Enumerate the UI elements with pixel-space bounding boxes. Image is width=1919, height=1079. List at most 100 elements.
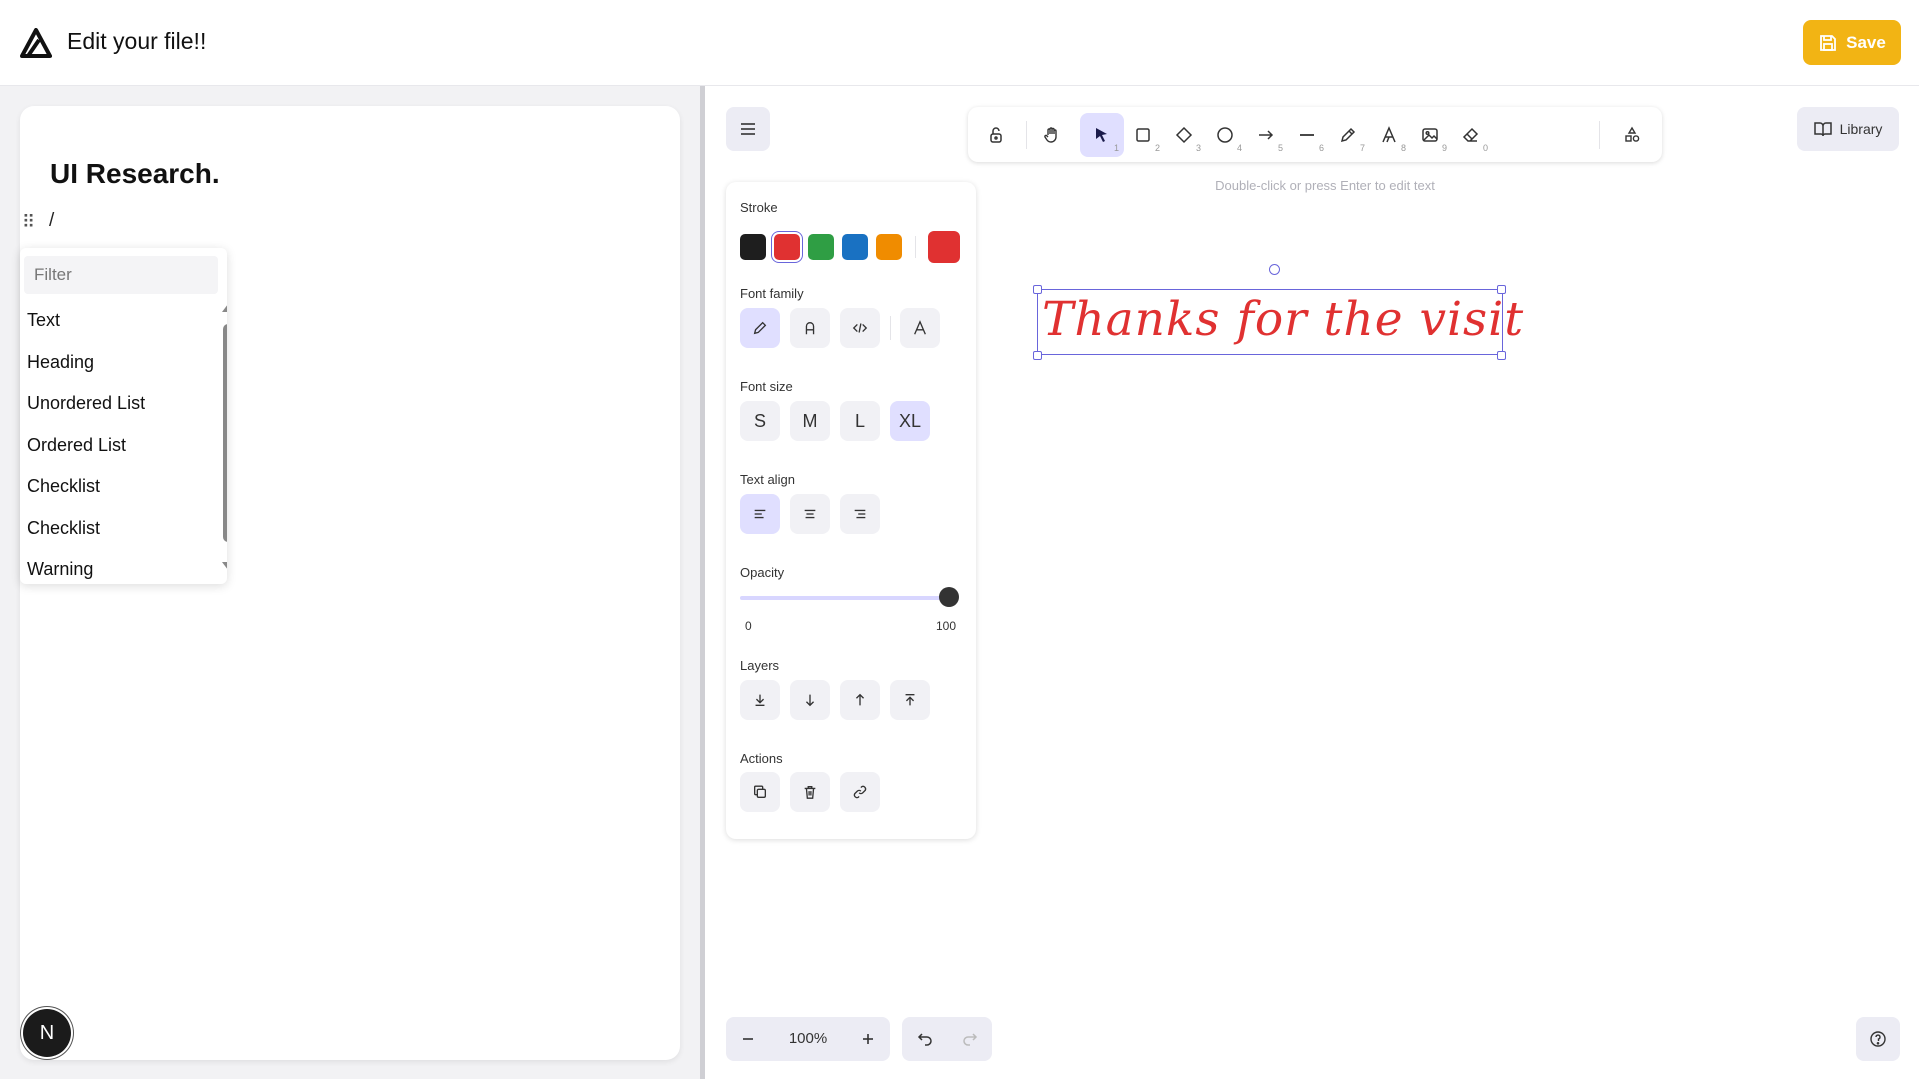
- code-icon: [852, 323, 868, 333]
- align-center-button[interactable]: [790, 494, 830, 534]
- nextjs-badge[interactable]: N: [23, 1009, 71, 1057]
- tool-arrow[interactable]: 5: [1244, 113, 1288, 157]
- opacity-label: Opacity: [740, 565, 785, 580]
- tool-shortcut: 5: [1277, 143, 1283, 153]
- eraser-icon: [1462, 127, 1479, 142]
- tool-extra[interactable]: [1610, 113, 1654, 157]
- scrollbar-thumb[interactable]: [223, 324, 227, 542]
- arrow-up-icon: [855, 693, 865, 706]
- main-menu-button[interactable]: [726, 107, 770, 151]
- filter-input[interactable]: Filter: [24, 256, 218, 294]
- font-hand-drawn-button[interactable]: [740, 308, 780, 348]
- stroke-color-blue[interactable]: [842, 234, 868, 260]
- font-size-l-button[interactable]: L: [840, 401, 880, 441]
- save-button[interactable]: Save: [1803, 20, 1901, 65]
- resize-handle-se[interactable]: [1497, 351, 1506, 360]
- plus-icon: [863, 1034, 873, 1044]
- tool-eraser[interactable]: 0: [1449, 113, 1493, 157]
- tool-diamond[interactable]: 3: [1162, 113, 1206, 157]
- menu-item-heading[interactable]: Heading: [20, 342, 200, 384]
- rotation-handle[interactable]: [1269, 264, 1280, 275]
- redo-button[interactable]: [947, 1017, 992, 1061]
- hand-icon: [1044, 127, 1057, 143]
- save-icon: [1820, 34, 1837, 51]
- zoom-level[interactable]: 100%: [770, 1017, 846, 1061]
- undo-icon: [917, 1033, 932, 1046]
- help-icon: [1870, 1031, 1886, 1047]
- font-size-xl-button[interactable]: XL: [890, 401, 930, 441]
- tool-rectangle[interactable]: 2: [1121, 113, 1165, 157]
- bring-forward-button[interactable]: [840, 680, 880, 720]
- document-title[interactable]: UI Research.: [50, 158, 220, 190]
- send-backward-button[interactable]: [790, 680, 830, 720]
- menu-item-checklist-2[interactable]: Checklist: [20, 508, 200, 550]
- tool-shortcut: 3: [1195, 143, 1201, 153]
- zoom-out-button[interactable]: [726, 1017, 770, 1061]
- link-button[interactable]: [840, 772, 880, 812]
- library-button[interactable]: Library: [1797, 107, 1899, 151]
- scroll-down-arrow-icon[interactable]: [222, 562, 227, 570]
- tool-draw[interactable]: 7: [1326, 113, 1370, 157]
- stroke-color-black[interactable]: [740, 234, 766, 260]
- font-normal-button[interactable]: [790, 308, 830, 348]
- shapes-icon: [1625, 126, 1640, 142]
- tool-lock[interactable]: [974, 113, 1018, 157]
- font-size-s-button[interactable]: S: [740, 401, 780, 441]
- font-size-m-button[interactable]: M: [790, 401, 830, 441]
- resize-handle-nw[interactable]: [1033, 285, 1042, 294]
- pointer-icon: [1096, 128, 1107, 142]
- tool-shortcut: 2: [1154, 143, 1160, 153]
- tool-selection[interactable]: 1: [1080, 113, 1124, 157]
- bring-to-front-button[interactable]: [890, 680, 930, 720]
- send-to-back-icon: [755, 694, 765, 706]
- align-right-button[interactable]: [840, 494, 880, 534]
- menu-item-unordered-list[interactable]: Unordered List: [20, 383, 200, 425]
- stroke-color-green[interactable]: [808, 234, 834, 260]
- tool-line[interactable]: 6: [1285, 113, 1329, 157]
- menu-item-warning[interactable]: Warning: [20, 549, 200, 584]
- app-header: Edit your file!! Save: [0, 0, 1919, 86]
- trash-icon: [804, 786, 816, 799]
- align-left-button[interactable]: [740, 494, 780, 534]
- zoom-in-button[interactable]: [846, 1017, 890, 1061]
- help-button[interactable]: [1856, 1017, 1900, 1061]
- menu-item-checklist[interactable]: Checklist: [20, 466, 200, 508]
- font-size-label: Font size: [740, 379, 793, 394]
- properties-panel: Stroke Font family Font size S M L XL Te…: [726, 182, 976, 839]
- opacity-slider-track[interactable]: [740, 596, 950, 600]
- slash-command-text[interactable]: /: [49, 210, 54, 232]
- delete-button[interactable]: [790, 772, 830, 812]
- current-stroke-color[interactable]: [928, 231, 960, 263]
- tool-shortcut: 0: [1482, 143, 1488, 153]
- tool-hand[interactable]: [1030, 113, 1074, 157]
- zoom-controls: 100%: [726, 1017, 890, 1061]
- toolbar-separator: [1026, 121, 1027, 149]
- slash-menu: Filter Text Heading Unordered List Order…: [20, 248, 227, 584]
- tool-ellipse[interactable]: 4: [1203, 113, 1247, 157]
- undo-button[interactable]: [902, 1017, 947, 1061]
- tool-image[interactable]: 9: [1408, 113, 1452, 157]
- layers-label: Layers: [740, 658, 780, 673]
- canvas-text-element[interactable]: Thanks for the visit: [1042, 292, 1523, 347]
- resize-handle-sw[interactable]: [1033, 351, 1042, 360]
- font-family-label: Font family: [740, 286, 804, 301]
- font-a-icon: [805, 322, 815, 335]
- library-label: Library: [1839, 121, 1883, 137]
- font-separator: [890, 316, 891, 340]
- drag-handle-icon[interactable]: ⠿: [22, 212, 35, 233]
- stroke-color-red[interactable]: [774, 234, 800, 260]
- duplicate-button[interactable]: [740, 772, 780, 812]
- scroll-up-arrow-icon[interactable]: [222, 304, 227, 312]
- font-code-button[interactable]: [840, 308, 880, 348]
- menu-item-text[interactable]: Text: [20, 300, 200, 342]
- menu-item-ordered-list[interactable]: Ordered List: [20, 425, 200, 467]
- lock-open-icon: [990, 127, 1002, 143]
- opacity-slider-thumb[interactable]: [939, 587, 959, 607]
- text-icon: [1382, 126, 1396, 143]
- stroke-color-orange[interactable]: [876, 234, 902, 260]
- send-to-back-button[interactable]: [740, 680, 780, 720]
- link-icon: [853, 785, 867, 799]
- drawing-canvas[interactable]: 1 2 3 4 5 6 7 8 9 0 Library Double-click…: [705, 86, 1919, 1079]
- font-more-button[interactable]: [900, 308, 940, 348]
- tool-text[interactable]: 8: [1367, 113, 1411, 157]
